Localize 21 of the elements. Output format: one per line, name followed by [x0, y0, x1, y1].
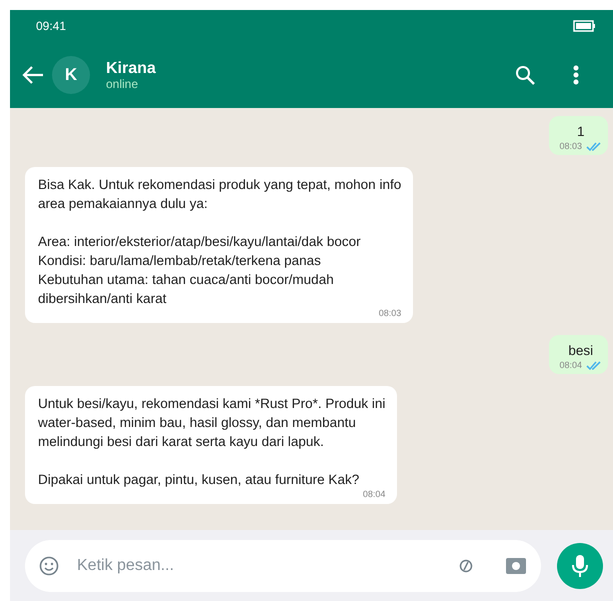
attach-icon[interactable]: [459, 558, 473, 572]
contact-status: online: [106, 78, 140, 90]
message-time: 08:04: [362, 489, 386, 500]
menu-button[interactable]: [573, 63, 579, 87]
message-text: 1: [576, 123, 586, 141]
status-time: 09:41: [36, 18, 66, 35]
message-text: besi: [567, 342, 594, 360]
contact-avatar: K: [52, 56, 90, 94]
camera-icon[interactable]: [505, 556, 527, 574]
search-button[interactable]: [515, 63, 535, 87]
message-input-bar[interactable]: Ketik pesan...: [25, 540, 541, 592]
contact-name: Kirana: [106, 60, 156, 78]
message-time: 08:04: [559, 360, 582, 371]
message-text: Bisa Kak. Untuk rekomendasi produk yang tepat, mohon info area pemakaiannya dulu ya: Area: interior/eksterior/atap/besi/kayu/lantai/dak bocor Kondisi: baru/lama/lembab/retak/terkena panas Kebutuhan utama: tahan cuaca/anti bocor/mudah dibersihkan/anti karat: [38, 176, 402, 308]
message-time: 08:03: [559, 141, 582, 152]
microphone-icon: [572, 554, 588, 578]
battery-icon: [573, 20, 595, 32]
emoji-icon[interactable]: [39, 556, 59, 576]
message-text: Untuk besi/kayu, rekomendasi kami *Rust Pro*. Produk ini water-based, minim bau, hasil glossy, dan membantu melindungi besi dari karat serta kayu dari lapuk. Dipakai untuk pagar, pintu, kusen, atau furniture Kak?: [38, 395, 386, 489]
message-time: 08:03: [378, 308, 402, 319]
voice-button[interactable]: [557, 542, 603, 588]
